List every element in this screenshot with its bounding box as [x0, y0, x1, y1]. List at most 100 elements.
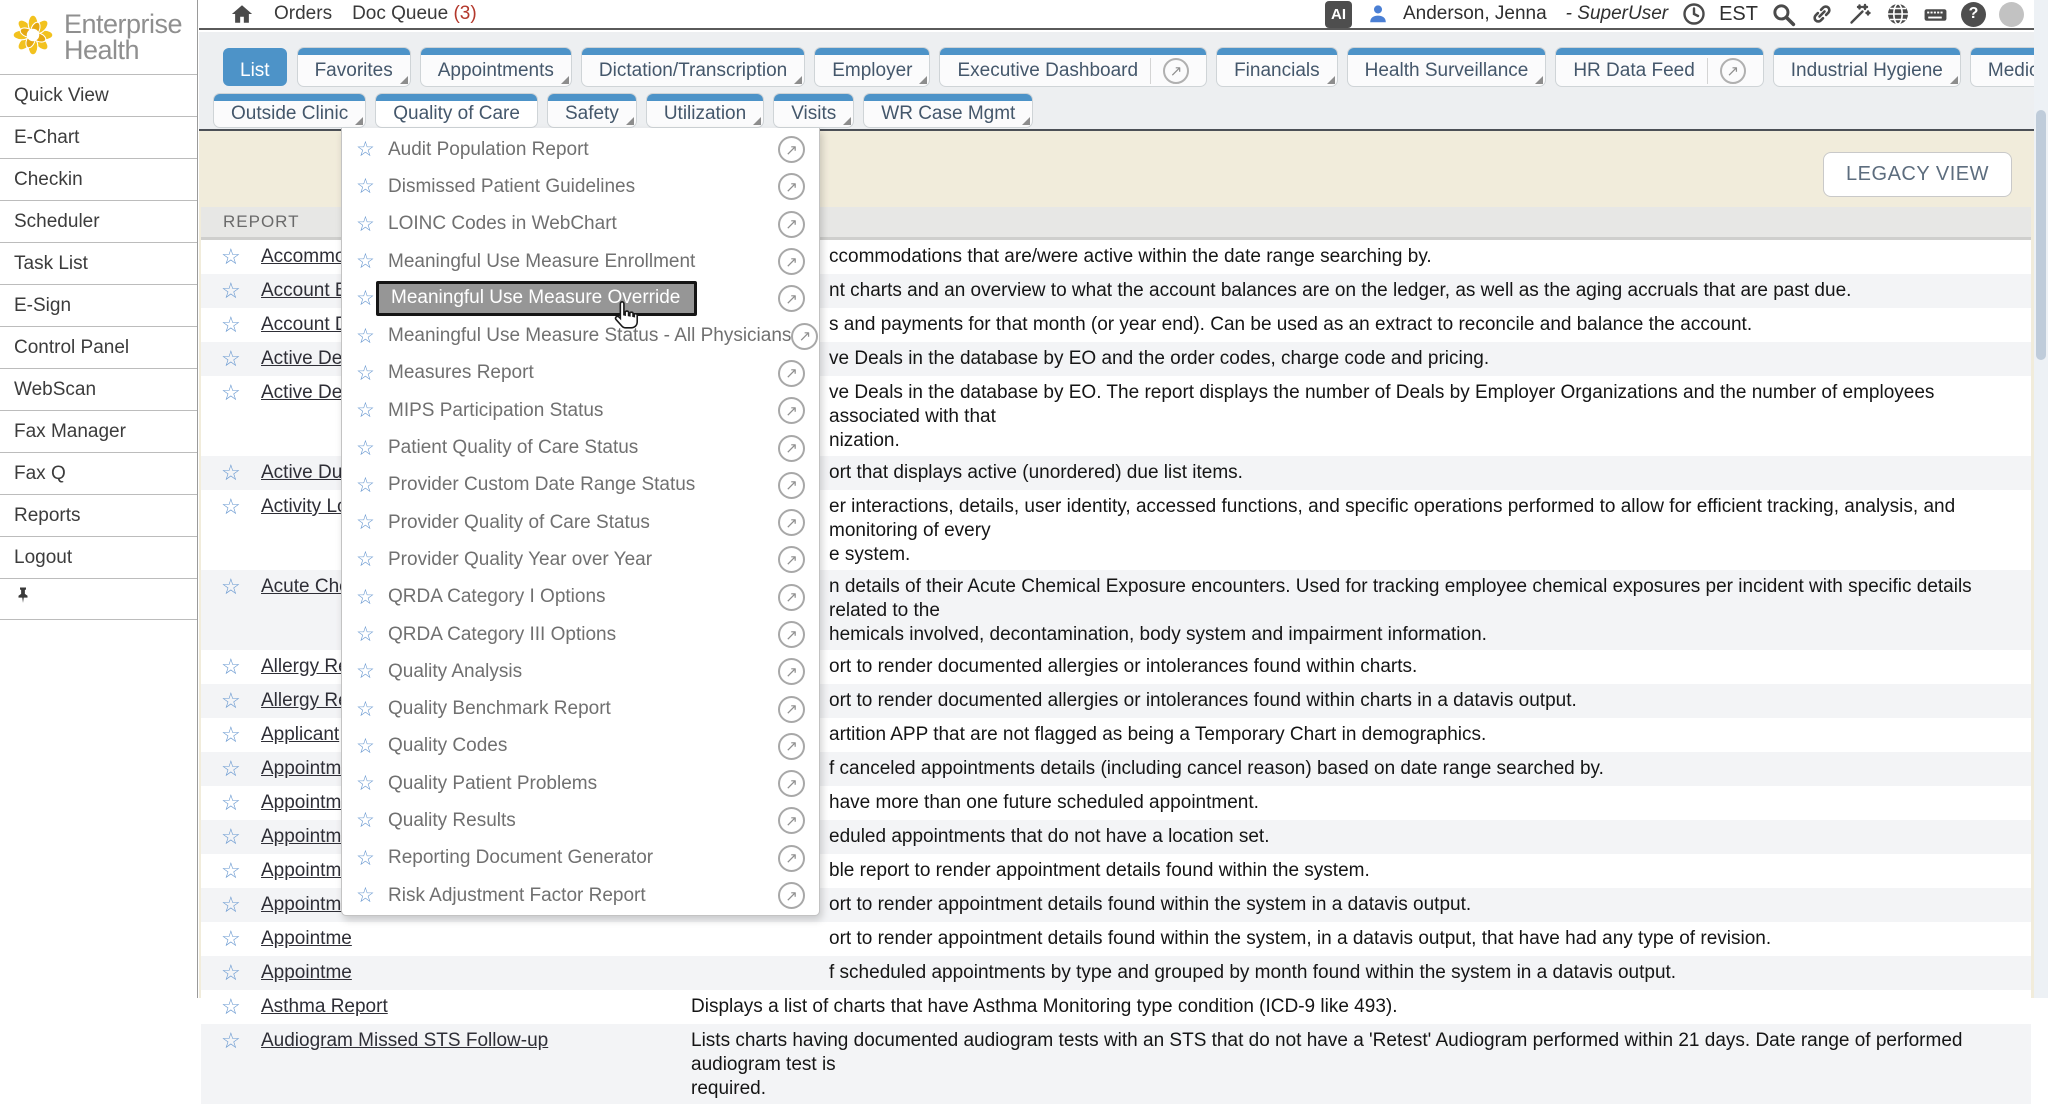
menu-item-reporting-document-generator[interactable]: ☆ Reporting Document Generator ↗	[342, 840, 819, 877]
sidebar-item-e-chart[interactable]: E-Chart	[0, 116, 197, 158]
open-new-window-icon[interactable]: ↗	[778, 770, 805, 797]
favorite-star-icon[interactable]: ☆	[356, 473, 388, 498]
tab-executive-dashboard[interactable]: Executive Dashboard ↗	[940, 48, 1206, 86]
menu-item-quality-benchmark-report[interactable]: ☆ Quality Benchmark Report ↗	[342, 690, 819, 727]
tab-visits[interactable]: Visits	[774, 94, 853, 127]
favorite-star-icon[interactable]: ☆	[221, 490, 261, 524]
open-new-window-icon[interactable]: ↗	[778, 807, 805, 834]
favorite-star-icon[interactable]: ☆	[356, 846, 388, 871]
favorite-star-icon[interactable]: ☆	[221, 752, 261, 786]
sidebar-item-webscan[interactable]: WebScan	[0, 368, 197, 410]
sidebar-item-control-panel[interactable]: Control Panel	[0, 326, 197, 368]
scrollbar-thumb[interactable]	[2036, 110, 2046, 360]
open-new-window-icon[interactable]: ↗	[778, 882, 805, 909]
favorite-star-icon[interactable]: ☆	[221, 888, 261, 922]
favorite-star-icon[interactable]: ☆	[221, 650, 261, 684]
open-new-window-icon[interactable]: ↗	[791, 323, 818, 350]
menu-item-audit-population-report[interactable]: ☆ Audit Population Report ↗	[342, 131, 819, 168]
user-name[interactable]: Anderson, Jenna	[1403, 3, 1547, 25]
tab-outside-clinic[interactable]: Outside Clinic	[214, 94, 365, 127]
app-logo[interactable]: Enterprise Health	[0, 0, 197, 74]
favorite-star-icon[interactable]: ☆	[221, 820, 261, 854]
tab-utilization[interactable]: Utilization	[647, 94, 763, 127]
favorite-star-icon[interactable]: ☆	[221, 240, 261, 274]
favorite-star-icon[interactable]: ☆	[221, 684, 261, 718]
open-new-window-icon[interactable]: ↗	[778, 435, 805, 462]
external-link-icon[interactable]: ↗	[1720, 58, 1746, 84]
open-new-window-icon[interactable]: ↗	[778, 248, 805, 275]
menu-item-qrda-category-iii-options[interactable]: ☆ QRDA Category III Options ↗	[342, 616, 819, 653]
home-icon[interactable]	[229, 2, 254, 27]
tab-industrial-hygiene[interactable]: Industrial Hygiene	[1774, 48, 1960, 86]
help-icon[interactable]: ?	[1961, 2, 1986, 27]
favorite-star-icon[interactable]: ☆	[356, 734, 388, 759]
favorite-star-icon[interactable]: ☆	[356, 510, 388, 535]
tab-dictation-transcription[interactable]: Dictation/Transcription	[582, 48, 804, 86]
menu-item-label-highlighted[interactable]: Meaningful Use Measure Override	[376, 281, 697, 316]
open-new-window-icon[interactable]: ↗	[778, 845, 805, 872]
favorite-star-icon[interactable]: ☆	[356, 249, 388, 274]
report-link[interactable]: Appointme	[261, 956, 681, 990]
open-new-window-icon[interactable]: ↗	[778, 285, 805, 312]
breadcrumb-orders[interactable]: Orders	[274, 3, 332, 25]
open-new-window-icon[interactable]: ↗	[778, 621, 805, 648]
open-new-window-icon[interactable]: ↗	[778, 397, 805, 424]
open-new-window-icon[interactable]: ↗	[778, 472, 805, 499]
tab-appointments[interactable]: Appointments	[421, 48, 571, 86]
tab-employer[interactable]: Employer	[815, 48, 929, 86]
menu-item-provider-quality-of-care-status[interactable]: ☆ Provider Quality of Care Status ↗	[342, 504, 819, 541]
tab-financials[interactable]: Financials	[1217, 48, 1337, 86]
open-new-window-icon[interactable]: ↗	[778, 546, 805, 573]
tab-safety[interactable]: Safety	[548, 94, 636, 127]
favorite-star-icon[interactable]: ☆	[356, 697, 388, 722]
favorite-star-icon[interactable]: ☆	[221, 570, 261, 604]
tab-wr-case-mgmt[interactable]: WR Case Mgmt	[864, 94, 1032, 127]
breadcrumb-doc-queue[interactable]: Doc Queue (3)	[352, 3, 477, 25]
menu-item-quality-codes[interactable]: ☆ Quality Codes ↗	[342, 728, 819, 765]
menu-item-meaningful-use-measure-override[interactable]: ☆ Meaningful Use Measure Override ↗	[342, 280, 819, 317]
favorite-star-icon[interactable]: ☆	[356, 398, 388, 423]
sidebar-item-task-list[interactable]: Task List	[0, 242, 197, 284]
favorite-star-icon[interactable]: ☆	[221, 786, 261, 820]
favorite-star-icon[interactable]: ☆	[221, 1024, 261, 1058]
tab-health-surveillance[interactable]: Health Surveillance	[1348, 48, 1546, 86]
sidebar-item-reports[interactable]: Reports	[0, 494, 197, 536]
report-link[interactable]: Asthma Report	[261, 990, 681, 1024]
report-link[interactable]: Appointme	[261, 922, 681, 956]
menu-item-qrda-category-i-options[interactable]: ☆ QRDA Category I Options ↗	[342, 579, 819, 616]
favorite-star-icon[interactable]: ☆	[221, 274, 261, 308]
favorite-star-icon[interactable]: ☆	[356, 324, 388, 349]
menu-item-quality-results[interactable]: ☆ Quality Results ↗	[342, 802, 819, 839]
favorite-star-icon[interactable]: ☆	[221, 922, 261, 956]
open-new-window-icon[interactable]: ↗	[778, 211, 805, 238]
menu-item-measures-report[interactable]: ☆ Measures Report ↗	[342, 355, 819, 392]
favorite-star-icon[interactable]: ☆	[356, 883, 388, 908]
avatar[interactable]	[1999, 2, 2024, 27]
search-icon[interactable]	[1771, 2, 1796, 27]
favorite-star-icon[interactable]: ☆	[221, 990, 261, 1024]
favorite-star-icon[interactable]: ☆	[356, 771, 388, 796]
favorite-star-icon[interactable]: ☆	[221, 342, 261, 376]
favorite-star-icon[interactable]: ☆	[356, 547, 388, 572]
favorite-star-icon[interactable]: ☆	[221, 718, 261, 752]
link-icon[interactable]	[1809, 2, 1834, 27]
tab-favorites[interactable]: Favorites	[298, 48, 410, 86]
table-row[interactable]: ☆ Audiogram Missed STS Follow-up Lists c…	[201, 1024, 2031, 1104]
wand-icon[interactable]	[1847, 2, 1872, 27]
favorite-star-icon[interactable]: ☆	[356, 137, 388, 162]
menu-item-quality-patient-problems[interactable]: ☆ Quality Patient Problems ↗	[342, 765, 819, 802]
favorite-star-icon[interactable]: ☆	[356, 808, 388, 833]
open-new-window-icon[interactable]: ↗	[778, 696, 805, 723]
menu-item-meaningful-use-measure-status-all-physicians[interactable]: ☆ Meaningful Use Measure Status - All Ph…	[342, 317, 819, 354]
open-new-window-icon[interactable]: ↗	[778, 733, 805, 760]
sidebar-pin-toggle[interactable]	[0, 578, 197, 620]
favorite-star-icon[interactable]: ☆	[221, 308, 261, 342]
favorite-star-icon[interactable]: ☆	[356, 212, 388, 237]
favorite-star-icon[interactable]: ☆	[221, 376, 261, 410]
menu-item-loinc-codes-in-webchart[interactable]: ☆ LOINC Codes in WebChart ↗	[342, 206, 819, 243]
menu-item-meaningful-use-measure-enrollment[interactable]: ☆ Meaningful Use Measure Enrollment ↗	[342, 243, 819, 280]
favorite-star-icon[interactable]: ☆	[356, 361, 388, 386]
table-row[interactable]: ☆ Appointme ort to render appointment de…	[201, 922, 2031, 956]
tab-quality-of-care[interactable]: Quality of Care	[376, 94, 537, 127]
open-new-window-icon[interactable]: ↗	[778, 658, 805, 685]
